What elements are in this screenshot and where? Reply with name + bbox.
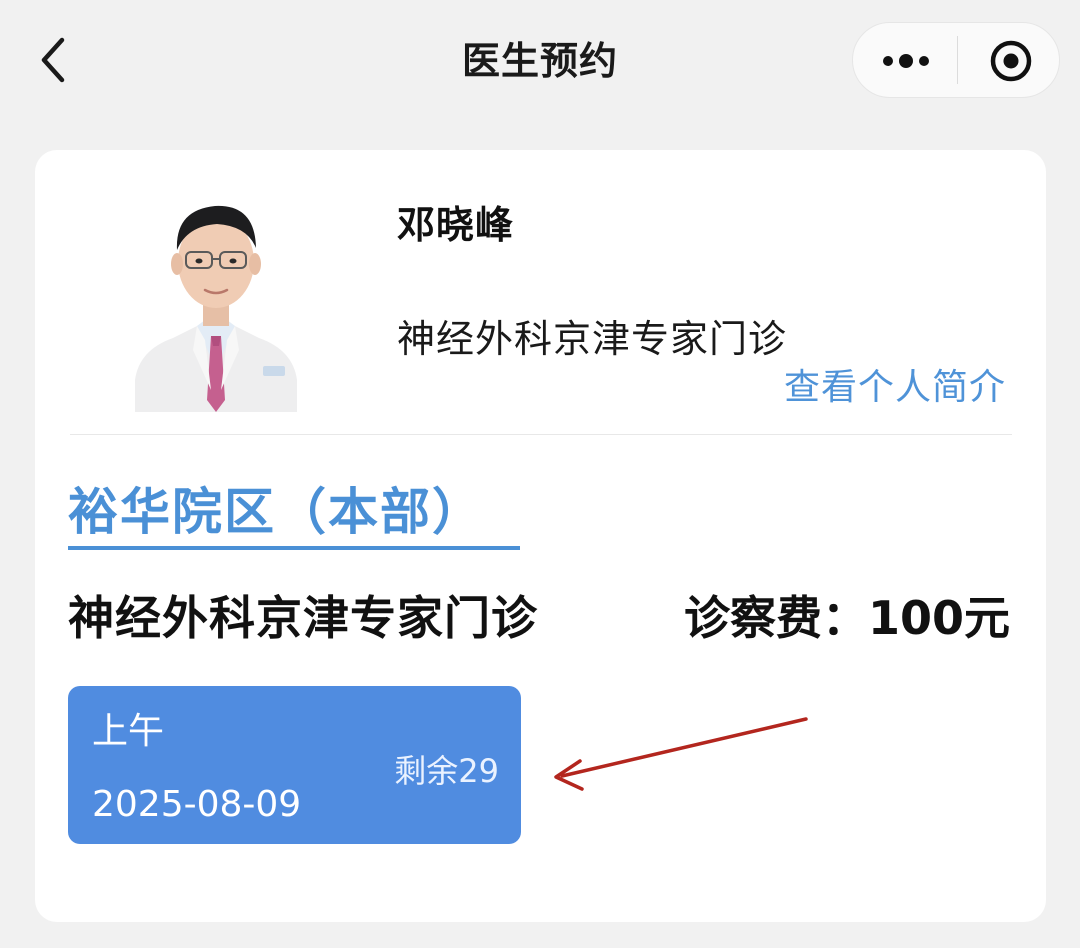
divider	[70, 434, 1012, 435]
annotation-arrow	[554, 717, 808, 791]
slot-remaining: 剩余29	[394, 752, 499, 790]
capsule-divider	[957, 36, 958, 84]
doctor-name: 邓晓峰	[397, 203, 515, 247]
more-button[interactable]	[853, 23, 957, 97]
appointment-slot[interactable]: 上午 剩余29 2025-08-09	[68, 686, 521, 844]
clinic-name: 神经外科京津专家门诊	[68, 591, 538, 645]
navigation-bar: 医生预约	[0, 0, 1080, 118]
tab-campus-yuhua[interactable]: 裕华院区（本部）	[68, 472, 520, 544]
doctor-avatar[interactable]	[135, 190, 297, 412]
doctor-card: 邓晓峰 神经外科京津专家门诊 查看个人简介 裕华院区（本部） 神经外科京津专家门…	[35, 150, 1046, 922]
more-dots-icon	[883, 54, 929, 68]
close-button[interactable]	[959, 23, 1059, 97]
consultation-fee: 诊察费：100元	[683, 591, 1010, 645]
slot-date: 2025-08-09	[92, 784, 302, 825]
mini-program-capsule	[852, 22, 1060, 98]
doctor-photo	[135, 190, 297, 412]
doctor-department: 神经外科京津专家门诊	[397, 317, 788, 361]
slot-period: 上午	[92, 711, 165, 752]
view-profile-link[interactable]: 查看个人简介	[784, 358, 1006, 410]
active-tab-indicator	[68, 546, 520, 550]
target-close-icon	[990, 40, 1032, 82]
